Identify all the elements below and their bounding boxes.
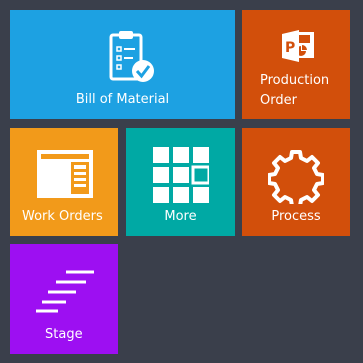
tile-stage[interactable]: Stage	[10, 244, 118, 354]
tile-label: Process	[271, 209, 321, 224]
clipboard-check-icon	[107, 29, 157, 87]
tile-bill-of-material[interactable]: Bill of Material	[10, 10, 235, 119]
tile-more[interactable]: More	[126, 128, 235, 236]
tile-label: Work Orders	[22, 209, 103, 224]
gear-icon	[268, 148, 324, 204]
tile-label: Bill of Material	[75, 92, 170, 107]
svg-text:P: P	[285, 40, 295, 56]
document-layout-icon	[37, 150, 93, 198]
stairs-icon	[36, 269, 96, 313]
tile-label: Stage	[45, 327, 83, 342]
tile-label: Production Order	[260, 71, 350, 111]
tile-production-order[interactable]: P Production Order	[242, 10, 350, 119]
tile-label-line1: Production	[260, 73, 330, 88]
tile-process[interactable]: Process	[242, 128, 350, 236]
grid-icon	[153, 147, 209, 203]
powerpoint-icon: P	[282, 30, 316, 62]
tile-label-line2: Order	[260, 93, 297, 108]
tile-label: More	[164, 209, 197, 224]
tile-work-orders[interactable]: Work Orders	[10, 128, 118, 236]
